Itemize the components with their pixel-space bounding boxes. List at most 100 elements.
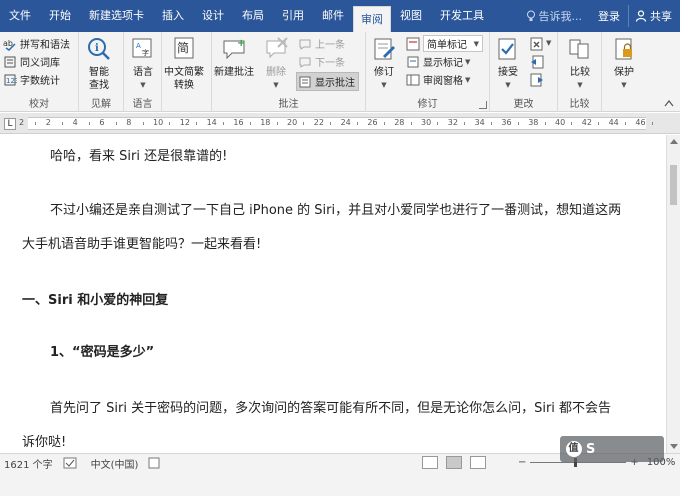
- ruler-tick: [598, 122, 600, 125]
- book-icon: [4, 56, 16, 67]
- print-layout-button[interactable]: [446, 456, 462, 469]
- document-page[interactable]: 哈哈，看来 Siri 还是很靠谱的! 不过小编还是亲自测试了一下自己 iPhon…: [0, 135, 666, 453]
- accept-icon: [494, 34, 522, 64]
- reviewing-pane-button[interactable]: 审阅窗格 ▼: [406, 72, 470, 87]
- word-count-label: 字数统计: [20, 76, 60, 87]
- ruler-number: 6: [99, 118, 105, 127]
- person-icon: [635, 10, 647, 22]
- tab-new-tab[interactable]: 新建选项卡: [80, 0, 153, 32]
- ruler-number: 34: [474, 118, 485, 127]
- ruler-number: 20: [287, 118, 298, 127]
- tab-file[interactable]: 文件: [0, 0, 40, 32]
- zoom-slider[interactable]: [530, 458, 627, 467]
- language-dropdown-caret: ▼: [140, 81, 146, 89]
- smart-lookup-label-1: 智能: [89, 67, 109, 78]
- tracking-group: 修订 ▼ 简单标记 ▼ 显示标记 ▼ 审阅窗格 ▼ 修订: [366, 32, 490, 112]
- language-status[interactable]: 中文(中国): [77, 456, 149, 471]
- scroll-thumb[interactable]: [670, 165, 677, 205]
- ruler-number: 12: [179, 118, 190, 127]
- macro-status-icon[interactable]: [148, 457, 160, 469]
- svg-text:字: 字: [142, 48, 149, 57]
- ruler-number: 2: [45, 118, 51, 127]
- tab-mailings[interactable]: 邮件: [313, 0, 353, 32]
- next-comment-icon: [299, 57, 311, 68]
- ribbon-tab-bar: 文件 开始 新建选项卡 插入 设计 布局 引用 邮件 审阅 视图 开发工具 告诉…: [0, 0, 680, 32]
- ruler-number: 46: [635, 118, 646, 127]
- language-group-label: 语言: [132, 99, 153, 110]
- read-mode-button[interactable]: [422, 456, 438, 469]
- tab-insert[interactable]: 插入: [153, 0, 193, 32]
- ruler-number: 14: [206, 118, 217, 127]
- new-comment-button[interactable]: + 新建批注: [214, 34, 254, 79]
- thesaurus-button[interactable]: 同义词库: [3, 54, 60, 69]
- next-comment-button[interactable]: 下一条: [298, 54, 345, 69]
- tell-me-label: 告诉我...: [538, 10, 583, 23]
- show-comments-label: 显示批注: [315, 78, 355, 89]
- comments-group: + 新建批注 删除 ▼ 上一条 下一条 显示批注 批注: [212, 32, 366, 112]
- previous-comment-button[interactable]: 上一条: [298, 36, 345, 51]
- collapse-ribbon-icon[interactable]: [664, 99, 674, 107]
- reject-caret[interactable]: ▼: [546, 39, 551, 47]
- show-markup-button[interactable]: 显示标记 ▼: [406, 54, 470, 69]
- ruler-tick: [89, 122, 90, 125]
- previous-change-icon[interactable]: [530, 55, 544, 69]
- tab-stop-selector[interactable]: L: [4, 118, 16, 130]
- proofing-group: ab 拼写和语法 同义词库 123 字数统计 校对: [0, 32, 79, 112]
- paragraph-2-line-1: 不过小编还是亲自测试了一下自己 iPhone 的 Siri，并且对小爱同学也进行…: [50, 203, 622, 218]
- tab-view[interactable]: 视图: [391, 0, 431, 32]
- track-changes-icon: [370, 34, 398, 64]
- tab-developer[interactable]: 开发工具: [431, 0, 493, 32]
- track-changes-button[interactable]: 修订 ▼: [370, 34, 398, 92]
- login-link[interactable]: 登录: [590, 8, 628, 24]
- tell-me-box[interactable]: 告诉我...: [518, 8, 591, 24]
- chinese-conversion-button[interactable]: 简 中文简繁 转换: [164, 34, 204, 92]
- tab-layout[interactable]: 布局: [233, 0, 273, 32]
- web-layout-button[interactable]: [470, 456, 486, 469]
- ruler-text-area: [28, 117, 646, 130]
- tracking-dialog-launcher[interactable]: [479, 101, 487, 109]
- ruler-tick: [410, 122, 412, 125]
- ruler-number: 8: [126, 118, 132, 127]
- tab-references[interactable]: 引用: [273, 0, 313, 32]
- ruler-tick: [115, 122, 117, 125]
- tab-review[interactable]: 审阅: [353, 6, 391, 32]
- language-button[interactable]: A字 语言 ▼: [129, 34, 157, 92]
- ruler-tick: [62, 122, 64, 125]
- word-count-button[interactable]: 123 字数统计: [3, 72, 60, 87]
- smart-lookup-button[interactable]: i 智能 查找: [85, 34, 113, 92]
- comments-group-label: 批注: [278, 99, 299, 110]
- word-count-status[interactable]: 1621 个字: [0, 456, 63, 471]
- protect-document-icon: [610, 34, 638, 64]
- site-watermark: 值 S: [560, 436, 664, 462]
- compare-button[interactable]: 比较 ▼: [566, 34, 594, 92]
- markup-select[interactable]: 简单标记 ▼: [423, 35, 483, 52]
- reject-icon[interactable]: [530, 37, 544, 51]
- ruler-tick: [196, 122, 198, 125]
- tracking-group-label: 修订: [417, 99, 438, 110]
- zoom-out-button[interactable]: −: [518, 457, 526, 468]
- ruler-tick: [383, 122, 385, 125]
- tab-design[interactable]: 设计: [193, 0, 233, 32]
- word-count-icon: 123: [4, 74, 17, 85]
- protect-button[interactable]: 保护 ▼: [610, 34, 638, 92]
- delete-dropdown-caret: ▼: [273, 81, 279, 89]
- accept-button[interactable]: 接受 ▼: [494, 34, 522, 92]
- svg-text:简: 简: [177, 41, 189, 55]
- insights-group-label: 见解: [91, 99, 111, 110]
- ruler-number: 24: [340, 118, 351, 127]
- reviewing-pane-label: 审阅窗格: [423, 76, 463, 87]
- delete-comment-button[interactable]: 删除 ▼: [262, 34, 290, 92]
- show-markup-icon: [407, 56, 419, 67]
- proofing-status-icon[interactable]: [63, 457, 77, 469]
- scroll-up-arrow[interactable]: [670, 139, 678, 144]
- spelling-grammar-button[interactable]: ab 拼写和语法: [3, 36, 70, 52]
- share-button[interactable]: 共享: [628, 5, 680, 27]
- vertical-scrollbar[interactable]: [666, 135, 680, 453]
- show-comments-button[interactable]: 显示批注: [296, 72, 359, 91]
- horizontal-ruler[interactable]: L 2 2 4 6 8 10 12 14 16 18 20 22 24 26 28 30 32 34 36 38 40 4…: [0, 113, 680, 134]
- ribbon: ab 拼写和语法 同义词库 123 字数统计 校对 i 智能 查找 见解 A字: [0, 32, 680, 112]
- ruler-number: 26: [367, 118, 378, 127]
- next-change-icon[interactable]: [530, 73, 544, 87]
- scroll-down-arrow[interactable]: [670, 444, 678, 449]
- tab-home[interactable]: 开始: [40, 0, 80, 32]
